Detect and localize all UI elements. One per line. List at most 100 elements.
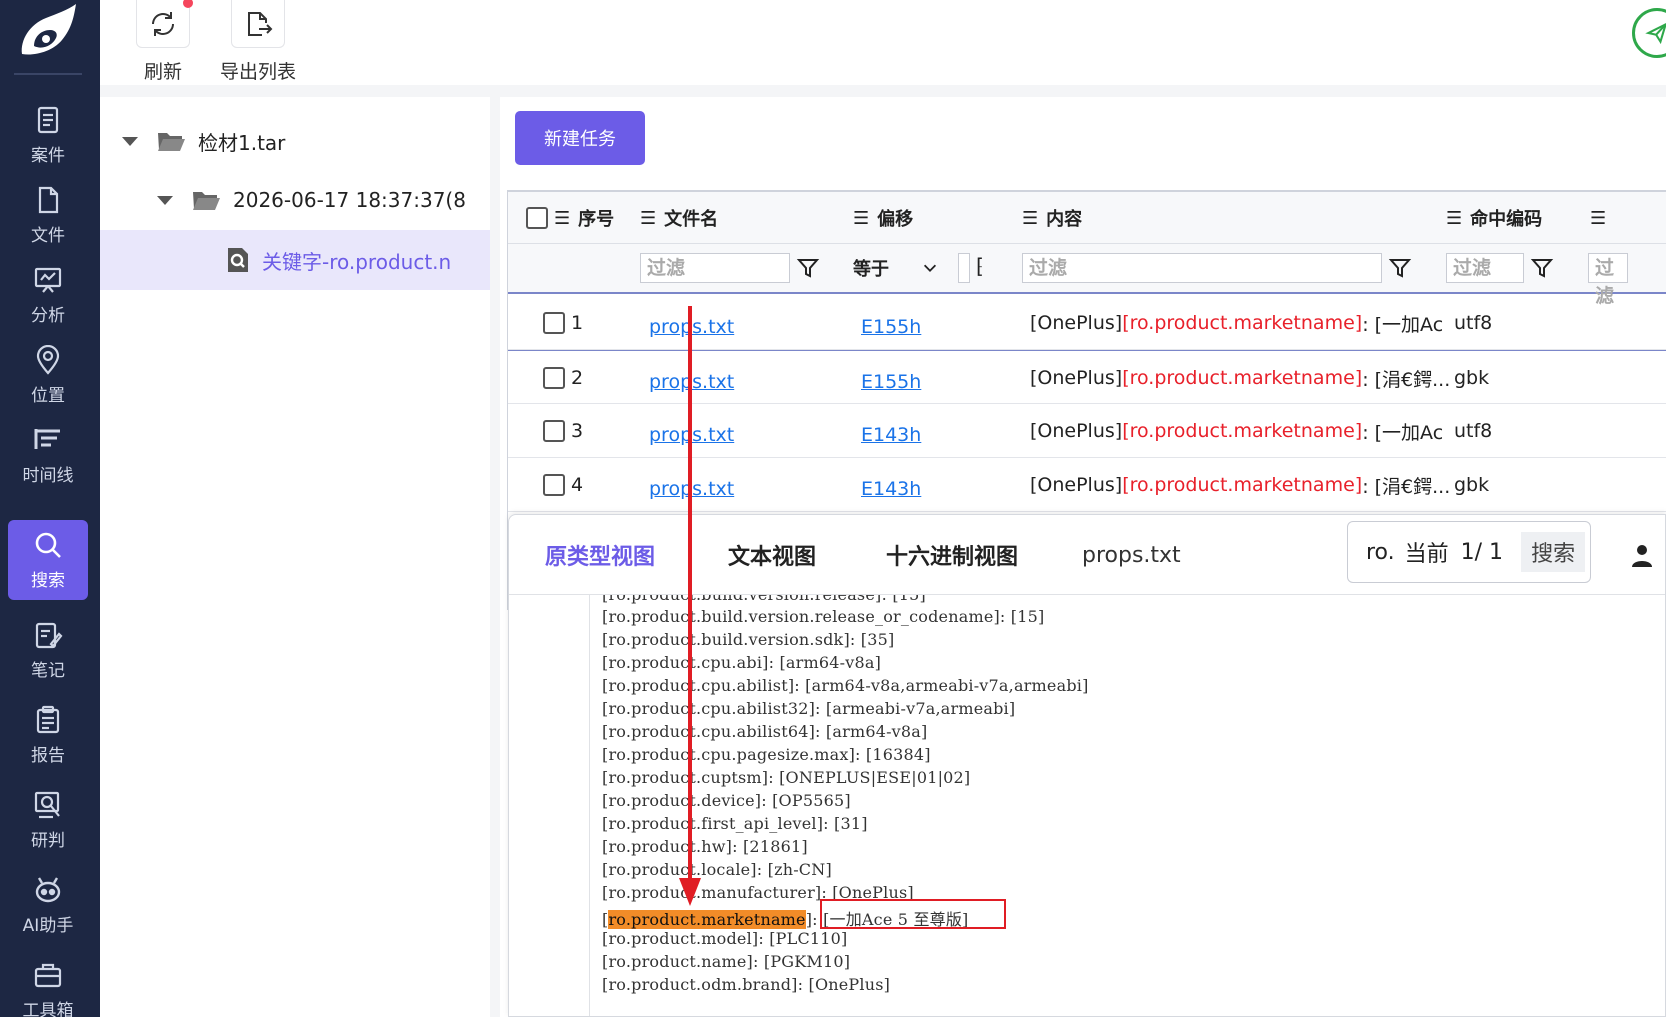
tree-node-keyword[interactable]: 关键字-ro.product.n	[100, 230, 490, 290]
filter-icon[interactable]	[1530, 256, 1554, 280]
nav-label: 工具箱	[22, 1000, 74, 1017]
nav-item-search[interactable]: 搜索	[8, 520, 88, 600]
column-title: 偏移	[877, 209, 914, 230]
viewer-search-box[interactable]: ro. 当前 1/ 1 搜索	[1347, 521, 1591, 583]
nav-item-toolbox[interactable]: 工具箱	[8, 950, 88, 1017]
offset-operator-select[interactable]: 等于	[853, 253, 953, 283]
column-header-encoding[interactable]: ☰ 命中编码	[1446, 192, 1542, 244]
nav-item-notes[interactable]: 笔记	[8, 610, 88, 690]
content-keyword: [ro.product.marketname]	[1122, 474, 1363, 496]
file-tree: 检材1.tar 2026-06-17 18:37:37(8 关键字-ro.pro…	[100, 97, 490, 1017]
table-row[interactable]: 1 props.txt E155h [OnePlus] [ro.product.…	[508, 296, 1666, 350]
code-line: [ro.product.cpu.abi]: [arm64-v8a]	[602, 653, 882, 672]
filter-icon[interactable]	[1388, 256, 1412, 280]
code-line: [ro.product.cuptsm]: [ONEPLUS|ESE|01|02]	[602, 768, 971, 787]
column-menu-icon[interactable]: ☰	[853, 208, 869, 229]
column-header-more[interactable]: ☰	[1590, 192, 1614, 244]
row-offset-link[interactable]: E143h	[861, 462, 921, 516]
code-line: [ro.product.cpu.abilist32]: [armeabi-v7a…	[602, 699, 1016, 718]
column-header-offset[interactable]: ☰ 偏移	[853, 192, 913, 244]
column-header-filename[interactable]: ☰ 文件名	[640, 192, 718, 244]
table-row[interactable]: 2 props.txt E155h [OnePlus] [ro.product.…	[508, 350, 1666, 404]
nav-item-case[interactable]: 案件	[8, 95, 88, 175]
code-line: [ro.product.build.version.sdk]: [35]	[602, 630, 895, 649]
nav-label: 案件	[31, 145, 65, 166]
row-content: [OnePlus] [ro.product.marketname]: [一加Ac	[1030, 404, 1443, 458]
offset-filter-input[interactable]	[958, 253, 970, 283]
refresh-icon	[152, 11, 174, 36]
content-suffix: : [涓€鍔...	[1362, 475, 1451, 498]
row-filename-link[interactable]: props.txt	[649, 462, 734, 516]
toolbar: 刷新 导出列表	[100, 0, 1666, 85]
row-offset-link[interactable]: E155h	[861, 300, 921, 354]
row-checkbox[interactable]	[543, 420, 565, 442]
chevron-down-icon	[923, 264, 937, 272]
refresh-icon-box	[136, 0, 193, 48]
search-position: 1/ 1	[1460, 539, 1504, 565]
select-all-checkbox[interactable]	[526, 207, 548, 229]
filter-icon[interactable]	[796, 256, 820, 280]
nav-item-ai-assistant[interactable]: AI助手	[8, 865, 88, 945]
code-line: [ro.product.cpu.pagesize.max]: [16384]	[602, 745, 931, 764]
row-filename-link[interactable]: props.txt	[649, 408, 734, 462]
tree-node-root[interactable]: 检材1.tar	[100, 111, 490, 171]
nav-item-analysis[interactable]: 分析	[8, 255, 88, 335]
column-title: 序号	[578, 209, 615, 230]
row-encoding: gbk	[1454, 367, 1490, 389]
nav-item-judge[interactable]: 研判	[8, 780, 88, 860]
row-checkbox[interactable]	[543, 474, 565, 496]
refresh-button[interactable]: 刷新	[136, 0, 193, 84]
tree-node-snapshot[interactable]: 2026-06-17 18:37:37(8	[100, 170, 490, 230]
nav-item-report[interactable]: 报告	[8, 695, 88, 775]
nav-label: 研判	[31, 830, 65, 851]
row-index: 1	[571, 312, 584, 334]
row-filename-link[interactable]: props.txt	[649, 300, 734, 354]
code-line: [ro.product.hw]: [21861]	[602, 837, 808, 856]
user-icon[interactable]	[1630, 543, 1654, 567]
column-menu-icon[interactable]: ☰	[1022, 208, 1038, 229]
row-filename-link[interactable]: props.txt	[649, 355, 734, 409]
row-checkbox[interactable]	[543, 312, 565, 334]
report-icon	[36, 705, 60, 733]
nav-label: 分析	[31, 305, 65, 326]
ai-assistant-icon	[35, 876, 61, 902]
annotation-box	[820, 899, 1006, 929]
status-badge[interactable]	[1632, 8, 1666, 58]
folder-open-icon	[193, 192, 220, 210]
column-header-content[interactable]: ☰ 内容	[1022, 192, 1082, 244]
row-checkbox[interactable]	[543, 367, 565, 389]
column-menu-icon[interactable]: ☰	[640, 208, 656, 229]
new-task-button[interactable]: 新建任务	[515, 111, 645, 165]
tab-hex-view[interactable]: 十六进制视图	[886, 515, 1018, 595]
more-filter-input[interactable]: 过滤	[1588, 253, 1628, 307]
resize-handle-icon[interactable]: ⁅	[976, 254, 984, 278]
column-header-index[interactable]: ☰ 序号	[554, 192, 614, 244]
nav-item-timeline[interactable]: 时间线	[8, 415, 88, 495]
row-offset-link[interactable]: E143h	[861, 408, 921, 462]
column-menu-icon[interactable]: ☰	[554, 208, 570, 229]
nav-item-location[interactable]: 位置	[8, 335, 88, 415]
encoding-filter-input[interactable]: 过滤	[1446, 253, 1524, 283]
expand-caret-icon[interactable]	[157, 195, 173, 205]
app-logo-icon	[21, 4, 76, 55]
column-menu-icon[interactable]: ☰	[1446, 208, 1462, 229]
filename-filter-input[interactable]: 过滤	[640, 253, 790, 283]
table-row[interactable]: 4 props.txt E143h [OnePlus] [ro.product.…	[508, 458, 1666, 512]
nav-label: 位置	[31, 385, 65, 406]
row-content: [OnePlus] [ro.product.marketname]: [一加Ac	[1030, 296, 1443, 350]
row-offset-link[interactable]: E155h	[861, 355, 921, 409]
export-icon-box	[231, 0, 285, 48]
code-line: [ro.product.model]: [PLC110]	[602, 929, 848, 948]
search-button[interactable]: 搜索	[1521, 532, 1586, 572]
tree-node-label: 关键字-ro.product.n	[262, 249, 452, 274]
row-content: [OnePlus] [ro.product.marketname]: [涓€鍔.…	[1030, 351, 1450, 405]
tab-native-view[interactable]: 原类型视图	[545, 515, 655, 595]
export-list-button[interactable]: 导出列表	[220, 0, 296, 84]
expand-caret-icon[interactable]	[122, 136, 138, 146]
column-menu-icon[interactable]: ☰	[1590, 208, 1606, 229]
tab-text-view[interactable]: 文本视图	[728, 515, 816, 595]
file-icon	[38, 186, 59, 213]
table-row[interactable]: 3 props.txt E143h [OnePlus] [ro.product.…	[508, 404, 1666, 458]
content-filter-input[interactable]: 过滤	[1022, 253, 1382, 283]
nav-item-file[interactable]: 文件	[8, 175, 88, 255]
